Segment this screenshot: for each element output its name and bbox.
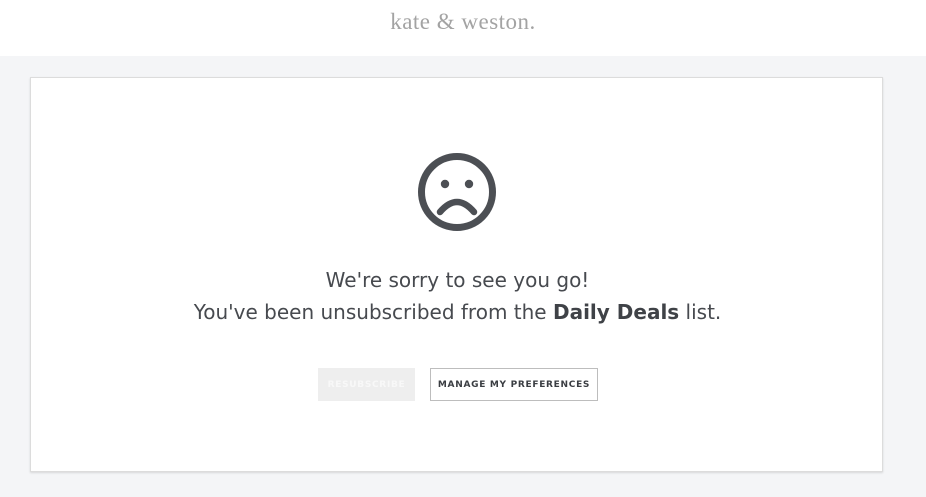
brand-logo[interactable]: kate & weston. [0, 9, 926, 35]
message-line-2-prefix: You've been unsubscribed from the [193, 300, 553, 324]
top-header: kate & weston. [0, 0, 926, 56]
unsubscribe-message: We're sorry to see you go! You've been u… [31, 264, 884, 328]
message-line-1: We're sorry to see you go! [325, 268, 590, 292]
manage-preferences-button[interactable]: MANAGE MY PREFERENCES [430, 368, 598, 401]
list-name: Daily Deals [552, 300, 680, 324]
message-line-2: You've been unsubscribed from the Daily … [31, 296, 884, 328]
unsubscribe-card: We're sorry to see you go! You've been u… [30, 77, 883, 472]
resubscribe-button[interactable]: RESUBSCRIBE [318, 368, 415, 401]
message-line-2-suffix: list. [679, 300, 722, 324]
sad-face-icon [418, 153, 496, 231]
